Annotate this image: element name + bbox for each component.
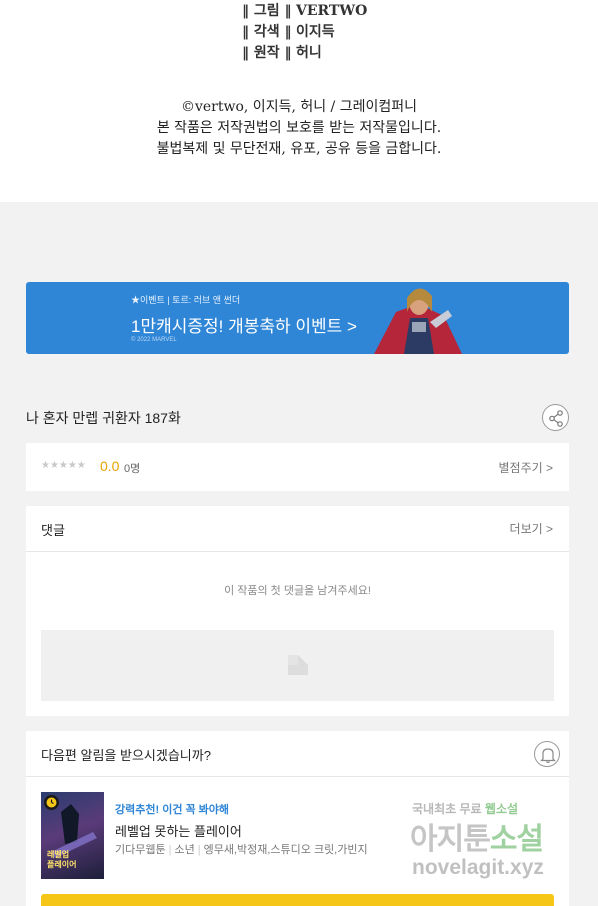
credits-section: ‖ 그림 ‖ VERTWO ‖ 각색 ‖ 이지득 ‖ 원작 ‖ 허니 ©vertwo,…: [0, 0, 598, 202]
share-button[interactable]: [542, 404, 569, 431]
comment-placeholder-icon: [288, 655, 308, 675]
event-banner[interactable]: ★이벤트 | 토르: 러브 앤 썬더 1만캐시증정! 개봉축하 이벤트 > © …: [26, 282, 569, 354]
comment-input-area[interactable]: [41, 630, 554, 701]
rate-button[interactable]: 별점주기 >: [498, 459, 553, 476]
notify-bell-button[interactable]: [534, 741, 560, 767]
comments-card: 댓글 더보기 > 이 작품의 첫 댓글을 남겨주세요!: [26, 506, 569, 716]
bell-icon: [540, 748, 556, 764]
recommendation-tag: 강력추천! 이건 꼭 봐야해: [115, 804, 230, 816]
rating-voters: 0명: [124, 463, 141, 475]
comments-more-link[interactable]: 더보기 >: [510, 520, 553, 537]
rating-card: ★★★★★ 0.0 0명 별점주기 >: [26, 443, 569, 491]
episode-title: 나 혼자 만렙 귀환자 187화: [26, 410, 181, 426]
banner-copyright: © 2022 MARVEL: [131, 337, 177, 343]
recommendation-thumbnail[interactable]: 레벨업 플레이어: [41, 792, 104, 879]
hero-image: [374, 288, 462, 354]
notify-question: 다음편 알림을 받으시겠습니까?: [41, 748, 211, 763]
watermark-url: novelagit.xyz: [412, 856, 544, 879]
copyright-warning: 불법복제 및 무단전재, 유포, 공유 등을 금합니다.: [156, 141, 442, 157]
divider: [26, 776, 569, 777]
comments-empty-message: 이 작품의 첫 댓글을 남겨주세요!: [224, 585, 371, 597]
copyright-line: ©vertwo, 이지득, 허니 / 그레이컴퍼니: [180, 99, 418, 115]
credit-original: ‖ 원작 ‖ 허니: [242, 45, 322, 61]
recommendation-meta: 기다무웹툰 | 소년 | 엥무새,박정재,스튜디오 크릿,가빈지: [115, 844, 368, 856]
credit-illustration: ‖ 그림 ‖ VERTWO: [242, 3, 368, 19]
watermark-brand: 아지툰소설: [410, 823, 544, 856]
comments-header: 댓글: [41, 523, 65, 538]
copyright-notice: 본 작품은 저작권법의 보호를 받는 저작물입니다.: [156, 120, 442, 136]
site-watermark: 국내최초 무료 웹소설 아지툰소설 novelagit.xyz: [410, 800, 580, 886]
thumbnail-title: 레벨업 플레이어: [47, 850, 77, 869]
share-icon: [549, 410, 563, 427]
rating-score: 0.0: [100, 458, 120, 474]
credit-adaptation: ‖ 각색 ‖ 이지득: [242, 24, 335, 40]
rating-stars[interactable]: ★★★★★: [41, 460, 86, 471]
banner-subtitle: ★이벤트 | 토르: 러브 앤 썬더: [131, 295, 241, 305]
notify-subscribe-button[interactable]: [41, 894, 554, 906]
banner-title: 1만캐시증정! 개봉축하 이벤트 >: [131, 317, 357, 336]
divider: [26, 551, 569, 552]
recommendation-title[interactable]: 레벨업 못하는 플레이어: [115, 821, 242, 840]
